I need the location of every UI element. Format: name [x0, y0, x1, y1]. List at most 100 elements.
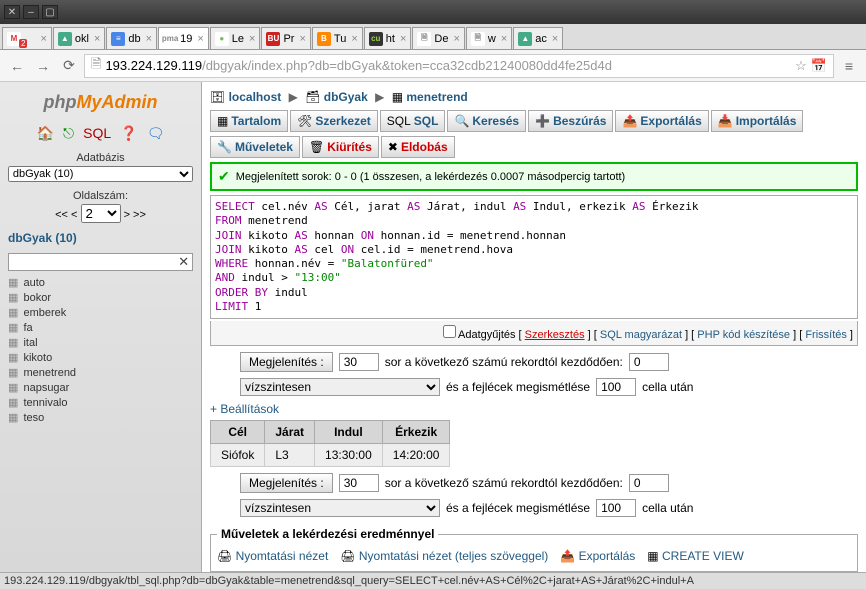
star-icon[interactable]: ☆	[795, 58, 807, 74]
action-tab[interactable]: 📤Exportálás	[615, 110, 708, 132]
col-header[interactable]: Érkezik	[382, 421, 450, 444]
forward-button[interactable]: →	[32, 55, 54, 77]
url-input[interactable]: 🗎 193.224.129.119 /dbgyak/index.php?db=d…	[84, 54, 834, 78]
explain-link[interactable]: SQL magyarázat	[600, 329, 682, 341]
action-tab[interactable]: 🔍Keresés	[447, 110, 526, 132]
show-count-input-2[interactable]	[339, 474, 379, 492]
browser-tab[interactable]: BTu×	[312, 27, 363, 49]
show-button-2[interactable]: Megjelenítés :	[240, 473, 333, 493]
action-tab[interactable]: 🛠Szerkezet	[290, 110, 378, 132]
edit-link[interactable]: Szerkesztés	[525, 329, 585, 341]
bc-db[interactable]: dbGyak	[324, 90, 368, 104]
browser-tab[interactable]: BUPr×	[261, 27, 310, 49]
tab-close-icon[interactable]: ×	[94, 33, 100, 45]
table-item[interactable]: ▦ kikoto	[8, 350, 193, 365]
table-item[interactable]: ▦ fa	[8, 320, 193, 335]
table-item[interactable]: ▦ tennivalo	[8, 395, 193, 410]
table-item[interactable]: ▦ ital	[8, 335, 193, 350]
pager-prev[interactable]: << <	[55, 209, 77, 221]
window-max-icon[interactable]: ▢	[42, 5, 58, 19]
refresh-link[interactable]: Frissítés	[805, 329, 847, 341]
table-icon: ▦	[8, 352, 18, 364]
show-count-input[interactable]	[339, 353, 379, 371]
db-select[interactable]: dbGyak (10)	[8, 166, 193, 182]
op-icon: ▦	[647, 549, 658, 563]
tab-close-icon[interactable]: ×	[501, 33, 507, 45]
repeat-label-2: és a fejlécek megismétlése	[446, 501, 590, 515]
tab-favicon: 🗎	[471, 32, 485, 46]
op-link[interactable]: Nyomtatási nézet (teljes szöveggel)	[359, 549, 548, 563]
window-min-icon[interactable]: –	[23, 5, 39, 19]
php-link[interactable]: PHP kód készítése	[697, 329, 790, 341]
browser-tab[interactable]: ●Le×	[210, 27, 261, 49]
tab-close-icon[interactable]: ×	[249, 33, 255, 45]
tab-close-icon[interactable]: ×	[197, 33, 203, 45]
browser-tab[interactable]: M2×	[2, 27, 52, 49]
mode-select-2[interactable]: vízszintesen	[240, 499, 440, 517]
tab-close-icon[interactable]: ×	[40, 33, 46, 45]
table-item[interactable]: ▦ emberek	[8, 305, 193, 320]
window-close-icon[interactable]: ✕	[4, 5, 20, 19]
table-item[interactable]: ▦ auto	[8, 275, 193, 290]
logout-icon[interactable]: ⎋	[63, 125, 74, 141]
tab-favicon: ▲	[58, 32, 72, 46]
filter-input[interactable]	[8, 253, 193, 271]
tab-close-icon[interactable]: ×	[351, 33, 357, 45]
tab-close-icon[interactable]: ×	[400, 33, 406, 45]
table-item[interactable]: ▦ menetrend	[8, 365, 193, 380]
pager-select[interactable]: 2	[81, 204, 121, 223]
tab-label: Exportálás	[640, 114, 701, 128]
col-header[interactable]: Járat	[265, 421, 315, 444]
browser-tab[interactable]: 🗎De×	[412, 27, 465, 49]
action-tab[interactable]: 🗑Kiürítés	[302, 136, 379, 158]
table-item[interactable]: ▦ napsugar	[8, 380, 193, 395]
docs-icon[interactable]: ❓	[120, 125, 137, 141]
bc-server[interactable]: localhost	[229, 90, 282, 104]
table-item[interactable]: ▦ teso	[8, 410, 193, 425]
tab-favicon: pma	[163, 32, 177, 46]
start-input[interactable]	[629, 353, 669, 371]
tab-close-icon[interactable]: ×	[146, 33, 152, 45]
browser-tab[interactable]: ▲ac×	[513, 27, 563, 49]
clear-icon[interactable]: ✕	[178, 254, 189, 270]
action-tab[interactable]: SQLSQL	[380, 110, 446, 132]
settings-link[interactable]: + Beállítások	[210, 402, 858, 416]
reload-icon[interactable]: 🗨	[147, 125, 165, 141]
repeat-input-2[interactable]	[596, 499, 636, 517]
col-header[interactable]: Cél	[211, 421, 265, 444]
action-tab[interactable]: ➕Beszúrás	[528, 110, 613, 132]
op-link[interactable]: Exportálás	[579, 549, 636, 563]
browser-tab[interactable]: 🗎w×	[466, 27, 512, 49]
tab-close-icon[interactable]: ×	[453, 33, 459, 45]
show-button[interactable]: Megjelenítés :	[240, 352, 333, 372]
reload-button[interactable]: ⟳	[58, 55, 80, 77]
home-icon[interactable]: 🏠	[37, 125, 54, 141]
col-header[interactable]: Indul	[315, 421, 383, 444]
browser-tab[interactable]: ▲okl×	[53, 27, 106, 49]
action-tab[interactable]: ▦Tartalom	[210, 110, 288, 132]
bc-table[interactable]: menetrend	[406, 90, 467, 104]
repeat-input[interactable]	[596, 378, 636, 396]
browser-tab[interactable]: pma19×	[158, 27, 209, 49]
table-item[interactable]: ▦ bokor	[8, 290, 193, 305]
tab-icon: 📤	[622, 114, 637, 128]
action-tab[interactable]: 📥Importálás	[711, 110, 804, 132]
calendar-icon[interactable]: 📅	[811, 58, 827, 74]
browser-tab[interactable]: ≡db×	[106, 27, 157, 49]
browser-tab[interactable]: cuht×	[364, 27, 412, 49]
profile-checkbox[interactable]	[443, 325, 456, 338]
start-input-2[interactable]	[629, 474, 669, 492]
menu-button[interactable]: ≡	[838, 55, 860, 77]
page-label: Oldalszám:	[4, 190, 197, 202]
pager-next[interactable]: > >>	[124, 209, 146, 221]
back-button[interactable]: ←	[6, 55, 28, 77]
mode-select[interactable]: vízszintesen	[240, 378, 440, 396]
action-tab[interactable]: 🔧Műveletek	[210, 136, 300, 158]
op-link[interactable]: CREATE VIEW	[662, 549, 744, 563]
op-link[interactable]: Nyomtatási nézet	[236, 549, 329, 563]
db-link[interactable]: dbGyak (10)	[4, 225, 197, 251]
tab-close-icon[interactable]: ×	[552, 33, 558, 45]
tab-close-icon[interactable]: ×	[299, 33, 305, 45]
sql-icon[interactable]: SQL	[83, 125, 111, 141]
action-tab[interactable]: ✖Eldobás	[381, 136, 455, 158]
